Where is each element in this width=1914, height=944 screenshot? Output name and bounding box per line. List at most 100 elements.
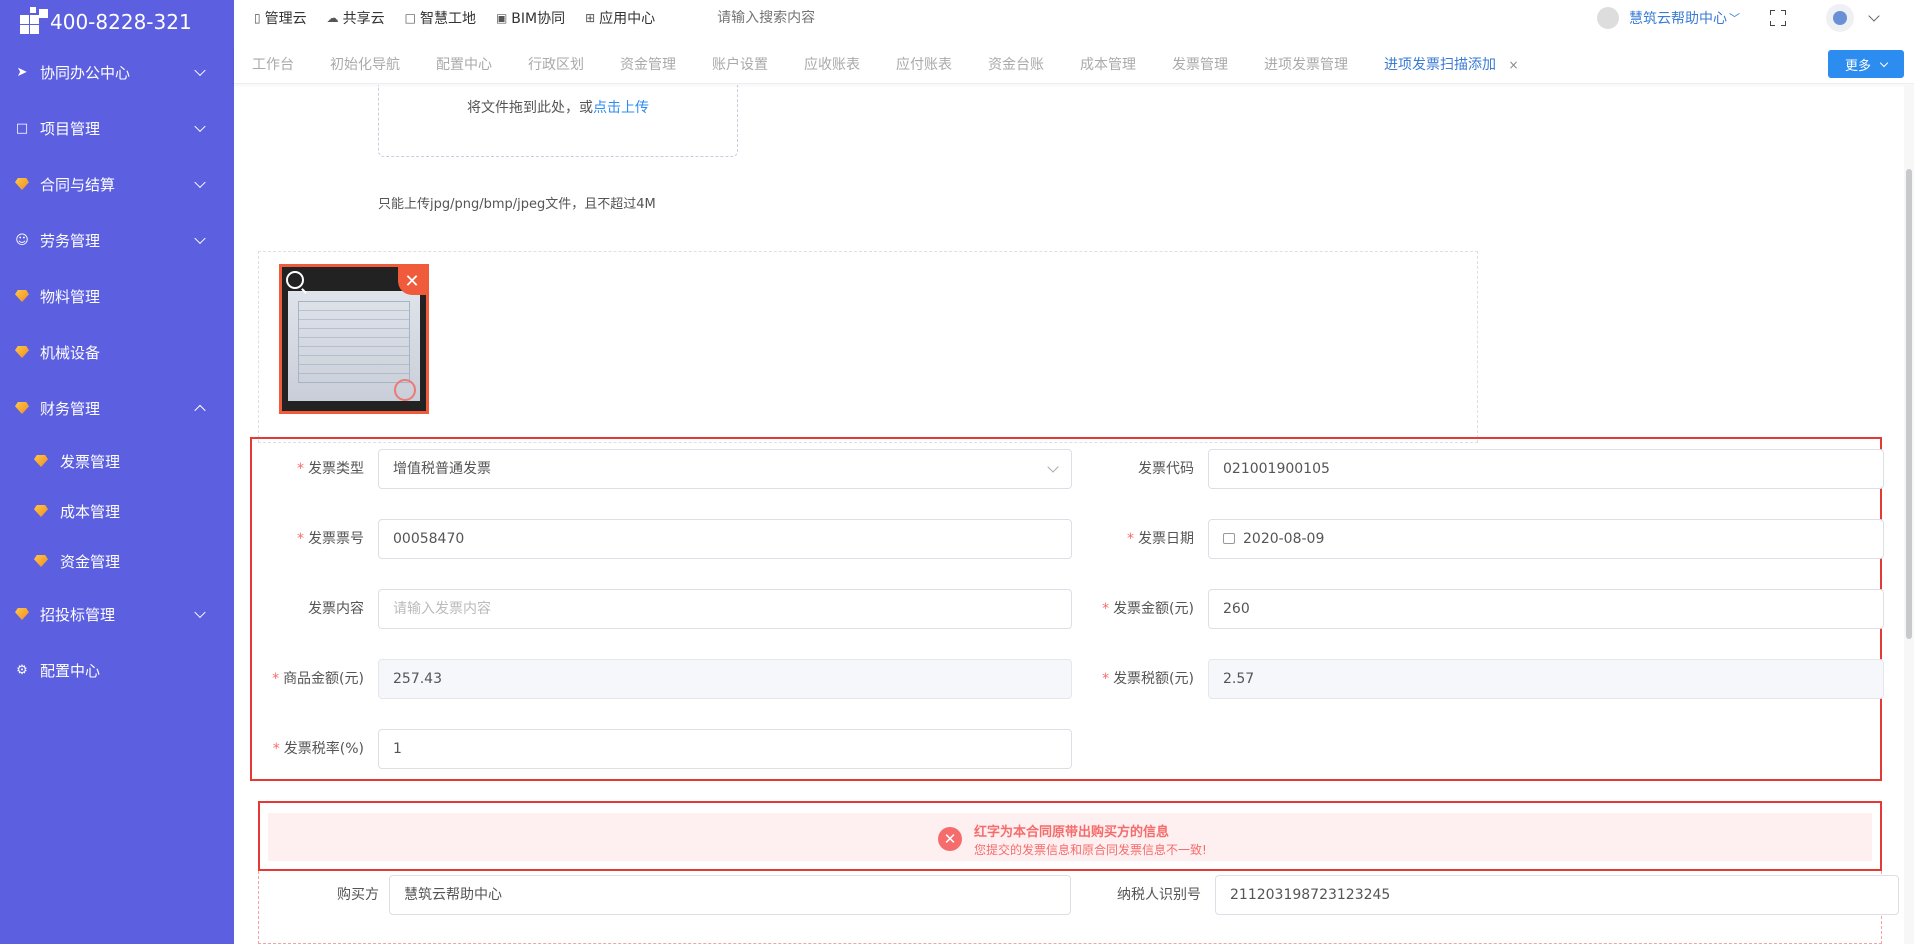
tab-admin-division[interactable]: 行政区划 bbox=[510, 54, 602, 74]
more-button[interactable]: 更多 bbox=[1828, 50, 1904, 78]
gem-icon bbox=[34, 555, 48, 567]
sidebar-item-label: 配置中心 bbox=[40, 661, 101, 680]
buyer-field[interactable]: 慧筑云帮助中心 bbox=[389, 875, 1071, 915]
sidebar-item-office[interactable]: ➤ 协同办公中心 bbox=[0, 44, 234, 100]
invoice-no-label: * 发票票号 bbox=[297, 531, 364, 547]
invoice-type-select[interactable]: 增值税普通发票 bbox=[378, 449, 1072, 489]
close-icon[interactable]: × bbox=[1508, 58, 1518, 72]
sidebar-item-config[interactable]: ⚙ 配置中心 bbox=[0, 642, 234, 698]
form-row: * 发票税率(%) 1 bbox=[252, 729, 1880, 769]
tab-invoice[interactable]: 发票管理 bbox=[1154, 54, 1246, 74]
sidebar-item-project[interactable]: □ 项目管理 bbox=[0, 100, 234, 156]
gem-icon bbox=[14, 288, 30, 304]
book-icon: □ bbox=[15, 120, 29, 136]
invoice-form: * 发票类型 增值税普通发票 发票代码 021001900105 * 发票票号 00… bbox=[250, 437, 1884, 781]
book-icon: □ bbox=[404, 11, 416, 25]
grid-icon: ⊞ bbox=[585, 11, 596, 25]
taxpayer-id-field[interactable]: 211203198723123245 bbox=[1215, 875, 1899, 915]
form-row: * 发票票号 00058470 * 发票日期 2020-08-09 bbox=[252, 519, 1884, 559]
sidebar-item-machinery[interactable]: 机械设备 bbox=[0, 324, 234, 380]
top-nav-app-center[interactable]: ⊞ 应用中心 bbox=[585, 8, 655, 28]
top-nav-bim[interactable]: ▣ BIM协同 bbox=[496, 8, 565, 28]
sidebar-subitem-cost[interactable]: 成本管理 bbox=[0, 486, 234, 536]
invoice-code-field[interactable]: 021001900105 bbox=[1208, 449, 1884, 489]
upload-dropzone[interactable]: 将文件拖到此处，或点击上传 bbox=[378, 85, 738, 157]
layers-icon: ▣ bbox=[495, 11, 508, 25]
taxpayer-id-label: 纳税人识别号 bbox=[1117, 887, 1201, 903]
tab-workbench[interactable]: 工作台 bbox=[234, 54, 312, 74]
invoice-thumbnail[interactable]: ✕ bbox=[279, 264, 429, 414]
invoice-no-field[interactable]: 00058470 bbox=[378, 519, 1072, 559]
mismatch-alert-box: ✕ 红字为本合同原带出购买方的信息 您提交的发票信息和原合同发票信息不一致! bbox=[258, 801, 1882, 871]
tab-label: 进项发票扫描添加 bbox=[1384, 56, 1496, 73]
tab-funds[interactable]: 资金管理 bbox=[602, 54, 694, 74]
sidebar-item-contract[interactable]: 合同与结算 bbox=[0, 156, 234, 212]
fullscreen-icon[interactable] bbox=[1770, 10, 1786, 26]
chevron-down-icon bbox=[1879, 58, 1889, 67]
tab-input-invoice[interactable]: 进项发票管理 bbox=[1246, 54, 1366, 74]
search-input[interactable] bbox=[717, 10, 918, 26]
tab-input-invoice-scan[interactable]: 进项发票扫描添加 × bbox=[1366, 54, 1537, 74]
scrollbar-thumb[interactable] bbox=[1906, 169, 1912, 639]
sidebar-item-bidding[interactable]: 招投标管理 bbox=[0, 586, 234, 642]
top-bar: ▯ 管理云 ☁ 共享云 □ 智慧工地 ▣ BIM协同 ⊞ 应用中心 慧筑云帮助中… bbox=[234, 0, 1914, 36]
gem-icon bbox=[14, 400, 30, 416]
tax-amount-field: 2.57 bbox=[1208, 659, 1884, 699]
chevron-down-icon bbox=[194, 120, 206, 133]
top-nav-label: 应用中心 bbox=[599, 11, 656, 27]
invoice-amount-field[interactable]: 260 bbox=[1208, 589, 1884, 629]
form-row: 发票内容 请输入发票内容 * 发票金额(元) 260 bbox=[252, 589, 1884, 629]
help-center-link[interactable]: 慧筑云帮助中心 ﹀ bbox=[1597, 7, 1740, 29]
form-row: * 发票类型 增值税普通发票 发票代码 021001900105 bbox=[252, 449, 1884, 489]
gear-icon: ⚙ bbox=[16, 662, 28, 678]
upload-link[interactable]: 点击上传 bbox=[593, 100, 649, 116]
invoice-date-picker[interactable]: 2020-08-09 bbox=[1208, 519, 1884, 559]
user-avatar[interactable] bbox=[1826, 4, 1854, 32]
tab-cost[interactable]: 成本管理 bbox=[1062, 54, 1154, 74]
top-nav-label: 智慧工地 bbox=[419, 11, 476, 27]
tax-rate-label: * 发票税率(%) bbox=[272, 741, 364, 757]
tabs-bar: 工作台 初始化导航 配置中心 行政区划 资金管理 账户设置 应收账表 应付账表 … bbox=[234, 44, 1914, 84]
upload-tip: 只能上传jpg/png/bmp/jpeg文件，且不超过4M bbox=[378, 197, 656, 212]
sidebar-item-finance[interactable]: 财务管理 bbox=[0, 380, 234, 436]
tab-receivables[interactable]: 应收账表 bbox=[786, 54, 878, 74]
tax-rate-field[interactable]: 1 bbox=[378, 729, 1072, 769]
content-label: 发票内容 bbox=[308, 601, 364, 617]
chevron-down-icon bbox=[194, 176, 206, 189]
tab-init-nav[interactable]: 初始化导航 bbox=[312, 54, 418, 74]
sidebar: 400-8228-321 ➤ 协同办公中心 □ 项目管理 合同与结算 ☺ 劳务管… bbox=[0, 0, 234, 944]
chevron-down-icon bbox=[1047, 461, 1059, 473]
tab-payables[interactable]: 应付账表 bbox=[878, 54, 970, 74]
gem-icon bbox=[14, 344, 30, 360]
brand: 400-8228-321 bbox=[0, 0, 234, 44]
form-row: * 商品金额(元) 257.43 * 发票税额(元) 2.57 bbox=[252, 659, 1884, 699]
scrollbar[interactable] bbox=[1904, 85, 1914, 944]
main-content: 将文件拖到此处，或点击上传 只能上传jpg/png/bmp/jpeg文件，且不超… bbox=[234, 85, 1914, 944]
upload-drag-text: 将文件拖到此处，或 bbox=[467, 100, 593, 116]
sidebar-subitem-funds[interactable]: 资金管理 bbox=[0, 536, 234, 586]
chevron-down-icon[interactable] bbox=[1868, 10, 1880, 22]
user-icon: ☺ bbox=[15, 232, 29, 248]
amount-label: * 发票金额(元) bbox=[1102, 601, 1194, 617]
tab-config-center[interactable]: 配置中心 bbox=[418, 54, 510, 74]
invoice-content-field[interactable]: 请输入发票内容 bbox=[378, 589, 1072, 629]
document-icon: ▯ bbox=[254, 11, 261, 25]
invoice-date-label: * 发票日期 bbox=[1127, 531, 1194, 547]
top-nav-label: 共享云 bbox=[342, 11, 385, 27]
sidebar-item-label: 物料管理 bbox=[40, 287, 101, 306]
zoom-in-icon[interactable] bbox=[286, 271, 304, 289]
sidebar-subitem-invoice[interactable]: 发票管理 bbox=[0, 436, 234, 486]
sidebar-item-material[interactable]: 物料管理 bbox=[0, 268, 234, 324]
send-icon: ➤ bbox=[16, 64, 28, 80]
top-nav-management-cloud[interactable]: ▯ 管理云 bbox=[254, 8, 307, 28]
sidebar-subitem-label: 发票管理 bbox=[60, 452, 121, 471]
gem-icon bbox=[14, 176, 30, 192]
top-nav-smart-site[interactable]: □ 智慧工地 bbox=[405, 8, 476, 28]
tab-funds-ledger[interactable]: 资金台账 bbox=[970, 54, 1062, 74]
invoice-type-label: * 发票类型 bbox=[297, 461, 364, 477]
sidebar-item-labor[interactable]: ☺ 劳务管理 bbox=[0, 212, 234, 268]
tab-account-settings[interactable]: 账户设置 bbox=[694, 54, 786, 74]
invoice-date-value: 2020-08-09 bbox=[1243, 531, 1325, 547]
top-nav-share-cloud[interactable]: ☁ 共享云 bbox=[327, 8, 385, 28]
delete-icon[interactable]: ✕ bbox=[398, 267, 426, 295]
